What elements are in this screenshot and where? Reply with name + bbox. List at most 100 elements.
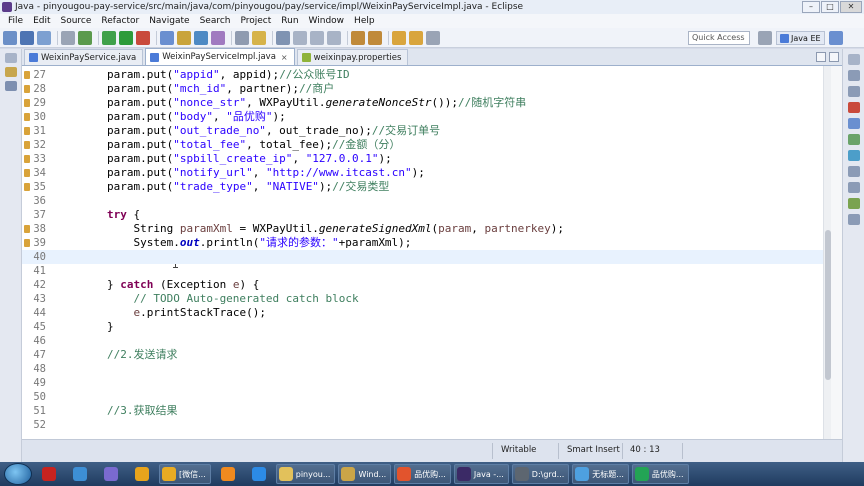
menu-navigate[interactable]: Navigate — [144, 16, 194, 26]
code-line[interactable]: 48 — [22, 362, 831, 376]
code-line[interactable]: 28 param.put("mch_id", partner);//商户 — [22, 82, 831, 96]
build-icon[interactable] — [78, 30, 92, 45]
menu-project[interactable]: Project — [235, 16, 276, 26]
snippets-icon[interactable] — [847, 198, 860, 209]
code-line[interactable]: 32 param.put("total_fee", total_fee);//金… — [22, 138, 831, 152]
code-line[interactable]: 34 param.put("notify_url", "http://www.i… — [22, 166, 831, 180]
new-package-icon[interactable] — [177, 30, 191, 45]
taskbar-app[interactable] — [66, 464, 94, 484]
taskbar-app[interactable]: [微信... — [159, 464, 211, 484]
menu-file[interactable]: File — [3, 16, 28, 26]
code-line[interactable]: 47 //2.发送请求 — [22, 348, 831, 362]
code-line[interactable]: 44 e.printStackTrace(); — [22, 306, 831, 320]
declaration-icon[interactable] — [847, 134, 860, 145]
outline-icon[interactable] — [847, 70, 860, 81]
tab-close-icon[interactable]: × — [281, 53, 288, 62]
code-line[interactable]: 33 param.put("spbill_create_ip", "127.0.… — [22, 152, 831, 166]
save-icon[interactable] — [20, 30, 34, 45]
code-line[interactable]: 35 param.put("trade_type", "NATIVE");//交… — [22, 180, 831, 194]
restore-icon[interactable] — [847, 54, 860, 65]
data-source-icon[interactable] — [847, 182, 860, 193]
taskbar-app[interactable] — [214, 464, 242, 484]
taskbar-app[interactable] — [245, 464, 273, 484]
console-icon[interactable] — [847, 150, 860, 161]
taskbar-app[interactable]: D:\grd... — [511, 464, 570, 484]
task-list-icon[interactable] — [847, 86, 860, 97]
new-java-project-icon[interactable] — [160, 30, 174, 45]
next-annotation-icon[interactable] — [351, 30, 365, 45]
code-line[interactable]: 27 param.put("appid", appid);//公众账号ID — [22, 68, 831, 82]
code-editor[interactable]: 27 param.put("appid", appid);//公众账号ID 28 … — [22, 66, 831, 439]
code-line[interactable]: 38 String paramXml = WXPayUtil.generateS… — [22, 222, 831, 236]
taskbar-app[interactable]: Wind... — [338, 464, 392, 484]
code-line[interactable]: 43 // TODO Auto-generated catch block — [22, 292, 831, 306]
code-line[interactable]: 39 System.out.println("请求的参数："+paramXml)… — [22, 236, 831, 250]
taskbar-app[interactable] — [97, 464, 125, 484]
code-line[interactable]: 45 } — [22, 320, 831, 334]
last-edit-icon[interactable] — [426, 30, 440, 45]
start-button[interactable] — [4, 463, 32, 485]
code-line[interactable]: 41 — [22, 264, 831, 278]
taskbar-app[interactable]: 无标题... — [572, 464, 629, 484]
previous-annotation-icon[interactable] — [368, 30, 382, 45]
maximize-editor-icon[interactable] — [829, 52, 839, 62]
code-line[interactable]: 46 — [22, 334, 831, 348]
editor-tab[interactable]: WeixinPayService.java — [24, 49, 144, 65]
minimize-editor-icon[interactable] — [816, 52, 826, 62]
editor-tab[interactable]: weixinpay.properties — [296, 49, 409, 65]
menu-edit[interactable]: Edit — [28, 16, 55, 26]
type-hierarchy-icon[interactable] — [4, 81, 17, 91]
taskbar-app[interactable] — [128, 464, 156, 484]
toggle-mark-icon[interactable] — [276, 30, 290, 45]
forward-icon[interactable] — [409, 30, 423, 45]
code-line[interactable]: 29 param.put("nonce_str", WXPayUtil.gene… — [22, 96, 831, 110]
word-wrap-icon[interactable] — [293, 30, 307, 45]
taskbar-app[interactable]: 品优购... — [394, 464, 451, 484]
close-button[interactable]: ✕ — [840, 1, 862, 13]
code-line[interactable]: 51 //3.获取结果 — [22, 404, 831, 418]
run-icon[interactable] — [119, 30, 133, 45]
taskbar-app[interactable]: 品优购... — [631, 464, 689, 484]
package-explorer-icon[interactable] — [4, 67, 17, 77]
minimize-button[interactable]: – — [802, 1, 820, 13]
javadoc-icon[interactable] — [847, 118, 860, 129]
taskbar-app[interactable]: Java -... — [453, 464, 509, 484]
menu-search[interactable]: Search — [195, 16, 236, 26]
quick-access-input[interactable]: Quick Access — [688, 31, 750, 45]
terminal-view-icon[interactable] — [847, 214, 860, 225]
code-line[interactable]: 37 try { — [22, 208, 831, 222]
menu-refactor[interactable]: Refactor — [96, 16, 144, 26]
code-line-current[interactable]: 40 — [22, 250, 831, 264]
problems-icon[interactable] — [847, 102, 860, 113]
show-whitespace-icon[interactable] — [327, 30, 341, 45]
menu-help[interactable]: Help — [349, 16, 380, 26]
code-line[interactable]: 31 param.put("out_trade_no", out_trade_n… — [22, 124, 831, 138]
taskbar-app[interactable] — [35, 464, 63, 484]
open-perspective-icon[interactable] — [758, 31, 772, 45]
restore-icon[interactable] — [4, 53, 17, 63]
code-line[interactable]: 49 — [22, 376, 831, 390]
menu-source[interactable]: Source — [56, 16, 97, 26]
print-icon[interactable] — [61, 30, 75, 45]
menu-window[interactable]: Window — [304, 16, 350, 26]
editor-vertical-scrollbar[interactable] — [823, 66, 831, 439]
perspective-java-ee[interactable]: Java EE — [776, 31, 825, 45]
new-server-icon[interactable] — [211, 30, 225, 45]
code-line[interactable]: 42 } catch (Exception e) { — [22, 278, 831, 292]
debug-icon[interactable] — [102, 30, 116, 45]
external-tools-icon[interactable] — [136, 30, 150, 45]
menu-run[interactable]: Run — [276, 16, 303, 26]
java-perspective-icon[interactable] — [828, 31, 843, 45]
code-line[interactable]: 30 param.put("body", "品优购"); — [22, 110, 831, 124]
code-line[interactable]: 50 — [22, 390, 831, 404]
new-class-icon[interactable] — [194, 30, 208, 45]
open-type-icon[interactable] — [235, 30, 249, 45]
code-line[interactable]: 36 — [22, 194, 831, 208]
taskbar-app[interactable]: pinyou... — [275, 464, 336, 484]
back-icon[interactable] — [392, 30, 406, 45]
code-line[interactable]: 52 — [22, 418, 831, 432]
editor-tab[interactable]: WeixinPayServiceImpl.java × — [145, 48, 295, 65]
save-all-icon[interactable] — [37, 30, 51, 45]
maximize-button[interactable]: □ — [821, 1, 839, 13]
search-icon[interactable] — [252, 30, 266, 45]
